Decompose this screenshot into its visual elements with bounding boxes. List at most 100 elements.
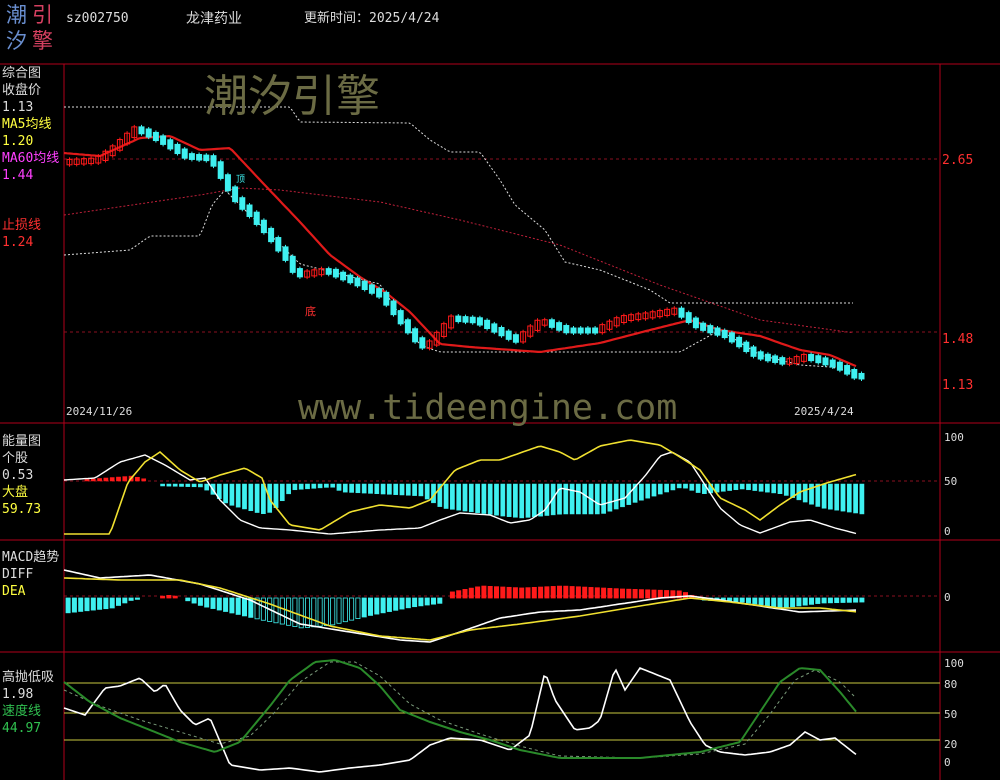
macd-bar-negative bbox=[361, 597, 367, 618]
macd-bar-positive bbox=[563, 585, 569, 599]
ma60-line bbox=[63, 187, 854, 334]
bearish-candle bbox=[584, 327, 591, 334]
macd-bar-negative bbox=[185, 597, 191, 602]
energy-bar-negative bbox=[336, 483, 342, 491]
bearish-candle bbox=[757, 351, 764, 360]
energy-bar-negative bbox=[720, 483, 726, 492]
macd-bar-negative bbox=[197, 597, 203, 606]
energy-bar-negative bbox=[620, 483, 625, 508]
bearish-candle bbox=[340, 271, 347, 281]
bearish-candle bbox=[217, 161, 224, 179]
macd-bar-positive bbox=[588, 587, 594, 599]
close-label: 收盘价 bbox=[2, 83, 42, 98]
end-date: 2025/4/24 bbox=[794, 405, 854, 418]
bearish-candle bbox=[851, 368, 858, 379]
energy-bar-negative bbox=[500, 483, 506, 517]
energy-bar-negative bbox=[739, 483, 745, 490]
energy-bar-positive bbox=[135, 476, 140, 482]
bearish-candle bbox=[858, 372, 865, 380]
energy-bar-negative bbox=[777, 483, 783, 494]
energy-bar-negative bbox=[840, 483, 846, 512]
highlow-axis-label: 100 bbox=[944, 657, 964, 670]
bearish-candle bbox=[152, 131, 159, 142]
macd-bar-negative bbox=[815, 597, 821, 604]
bearish-candle bbox=[188, 153, 195, 160]
energy-bar-negative bbox=[752, 483, 758, 491]
energy-bar-negative bbox=[607, 483, 613, 512]
highlow-panel-title: 高抛低吸 bbox=[2, 670, 55, 685]
dea-line bbox=[63, 577, 857, 641]
bearish-candle bbox=[145, 128, 152, 138]
macd-bar-negative bbox=[399, 597, 405, 610]
energy-bar-negative bbox=[487, 483, 493, 515]
macd-bar-negative bbox=[342, 597, 348, 623]
energy-bar-negative bbox=[235, 483, 241, 508]
bearish-candle bbox=[700, 322, 707, 331]
bearish-candle bbox=[685, 312, 692, 324]
highlow-axis-label: 50 bbox=[944, 708, 958, 721]
energy-axis-label: 100 bbox=[944, 431, 964, 444]
ma60-label: MA60均线 bbox=[2, 151, 60, 166]
bearish-candle bbox=[779, 357, 786, 365]
macd-bar-positive bbox=[645, 589, 651, 599]
macd-bar-negative bbox=[380, 597, 386, 614]
macd-bar-positive bbox=[166, 595, 172, 599]
energy-bar-negative bbox=[311, 483, 317, 489]
energy-bar-negative bbox=[412, 483, 417, 496]
macd-bar-negative bbox=[733, 597, 739, 603]
energy-bar-negative bbox=[166, 483, 172, 487]
bearish-candle bbox=[203, 154, 210, 162]
energy-bar-negative bbox=[651, 483, 657, 497]
macd-bar-negative bbox=[437, 597, 443, 604]
macd-bar-positive bbox=[594, 587, 600, 599]
macd-bar-negative bbox=[764, 597, 770, 607]
macd-bar-negative bbox=[796, 597, 802, 607]
energy-bar-negative bbox=[569, 483, 575, 515]
bearish-candle bbox=[397, 310, 404, 325]
macd-bar-negative bbox=[367, 597, 373, 616]
macd-bar-negative bbox=[349, 597, 355, 621]
bearish-candle bbox=[404, 319, 411, 334]
bearish-candle bbox=[692, 317, 699, 329]
energy-bar-negative bbox=[273, 483, 279, 508]
bearish-candle bbox=[455, 315, 462, 323]
energy-bar-negative bbox=[783, 483, 789, 496]
price-axis-label: 1.48 bbox=[942, 332, 974, 347]
energy-bar-negative bbox=[191, 483, 197, 488]
macd-bar-negative bbox=[330, 597, 336, 626]
macd-bar-positive bbox=[525, 587, 531, 599]
bearish-candle bbox=[714, 327, 721, 336]
macd-bar-negative bbox=[122, 597, 128, 604]
macd-bar-negative bbox=[204, 597, 210, 608]
price-upper-band bbox=[64, 106, 853, 304]
energy-bar-negative bbox=[380, 483, 386, 495]
bearish-candle bbox=[383, 291, 390, 306]
macd-bar-positive bbox=[160, 595, 166, 599]
macd-bar-positive bbox=[500, 586, 506, 599]
energy-bar-negative bbox=[261, 483, 266, 514]
energy-bar-negative bbox=[361, 483, 367, 494]
bearish-candle bbox=[721, 329, 728, 339]
macd-bar-negative bbox=[752, 597, 758, 605]
bearish-candle bbox=[707, 325, 714, 334]
bearish-candle bbox=[282, 246, 289, 261]
bearish-candle bbox=[347, 274, 354, 284]
macd-bar-negative bbox=[311, 597, 317, 628]
macd-bar-positive bbox=[172, 595, 178, 599]
bearish-candle bbox=[764, 353, 771, 362]
macd-bar-positive bbox=[493, 586, 499, 599]
bearish-candle bbox=[354, 277, 361, 287]
bearish-candle bbox=[491, 323, 498, 333]
energy-bar-negative bbox=[462, 483, 468, 512]
macd-bar-negative bbox=[853, 597, 859, 603]
macd-bar-positive bbox=[620, 588, 626, 599]
bearish-candle bbox=[548, 319, 555, 328]
macd-bar-negative bbox=[739, 597, 745, 603]
highlow-axis-label: 80 bbox=[944, 678, 958, 691]
bearish-candle bbox=[361, 280, 368, 291]
bearish-candle bbox=[750, 346, 757, 357]
energy-bar-negative bbox=[689, 483, 695, 491]
macd-bar-negative bbox=[758, 597, 764, 606]
macd-bar-positive bbox=[468, 587, 474, 599]
top-annotation: 顶 bbox=[236, 175, 246, 185]
